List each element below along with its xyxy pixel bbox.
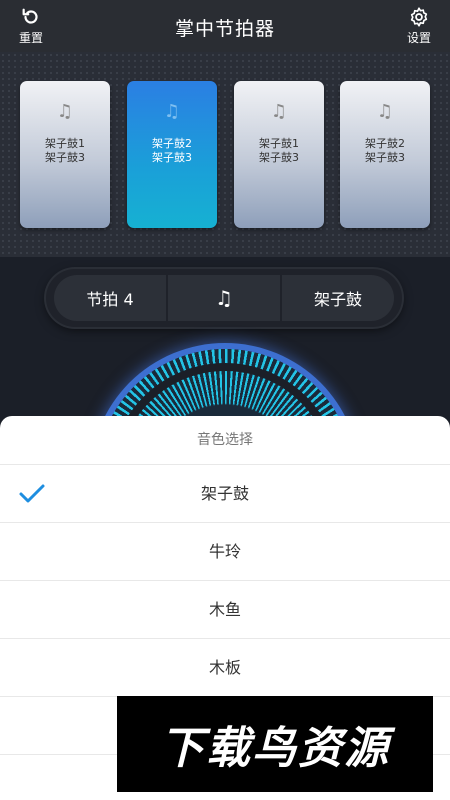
card-line-2: 架子鼓3 <box>259 151 299 164</box>
page-title: 掌中节拍器 <box>174 18 275 40</box>
sheet-title: 音色选择 <box>197 432 253 448</box>
settings-button[interactable]: 设置 <box>397 6 441 50</box>
option-label: 牛玲 <box>208 542 241 561</box>
card-line-2: 架子鼓3 <box>152 151 192 164</box>
watermark-text: 下载鸟资源 <box>160 723 390 774</box>
card-line-1: 架子鼓2 <box>152 137 192 150</box>
music-note-icon: ♫ <box>163 101 181 122</box>
beat-cards-area: ♫ 架子鼓1 架子鼓3 ♫ 架子鼓2 架子鼓3 ♫ 架子鼓1 架子鼓3 ♫ 架子… <box>0 52 450 257</box>
option-label: 架子鼓 <box>200 484 249 503</box>
music-note-icon: ♫ <box>56 101 74 122</box>
card-line-2: 架子鼓3 <box>365 151 405 164</box>
watermark-logo: 下载鸟资源 <box>117 696 433 792</box>
card-line-2: 架子鼓3 <box>45 151 85 164</box>
sound-selector-button[interactable]: 架子鼓 <box>282 275 394 321</box>
app-header: 重置 掌中节拍器 设置 <box>0 0 450 52</box>
music-note-icon: ♫ <box>215 286 233 310</box>
beat-selector-button[interactable]: 节拍 4 <box>54 275 166 321</box>
sound-option-cowbell[interactable]: 牛玲 <box>0 522 450 580</box>
settings-label: 设置 <box>406 31 431 45</box>
sound-option-woodblock[interactable]: 木板 <box>0 638 450 696</box>
note-value-button[interactable]: ♫ <box>168 275 280 321</box>
music-note-icon: ♫ <box>270 101 288 122</box>
sound-option-woodfish[interactable]: 木鱼 <box>0 580 450 638</box>
gear-icon <box>410 7 428 27</box>
control-bar: 节拍 4 ♫ 架子鼓 <box>46 269 402 327</box>
card-line-1: 架子鼓1 <box>45 137 85 150</box>
beat-card-1[interactable]: ♫ 架子鼓1 架子鼓3 <box>20 81 110 228</box>
beat-card-2[interactable]: ♫ 架子鼓2 架子鼓3 <box>127 81 217 228</box>
beat-card-4[interactable]: ♫ 架子鼓2 架子鼓3 <box>340 81 430 228</box>
card-line-1: 架子鼓1 <box>259 137 299 150</box>
music-note-icon: ♫ <box>376 101 394 122</box>
sound-option-drum[interactable]: 架子鼓 <box>0 464 450 522</box>
option-label: 木板 <box>208 658 241 677</box>
card-line-1: 架子鼓2 <box>365 137 405 150</box>
beat-card-3[interactable]: ♫ 架子鼓1 架子鼓3 <box>234 81 324 228</box>
option-label: 木鱼 <box>208 600 241 619</box>
